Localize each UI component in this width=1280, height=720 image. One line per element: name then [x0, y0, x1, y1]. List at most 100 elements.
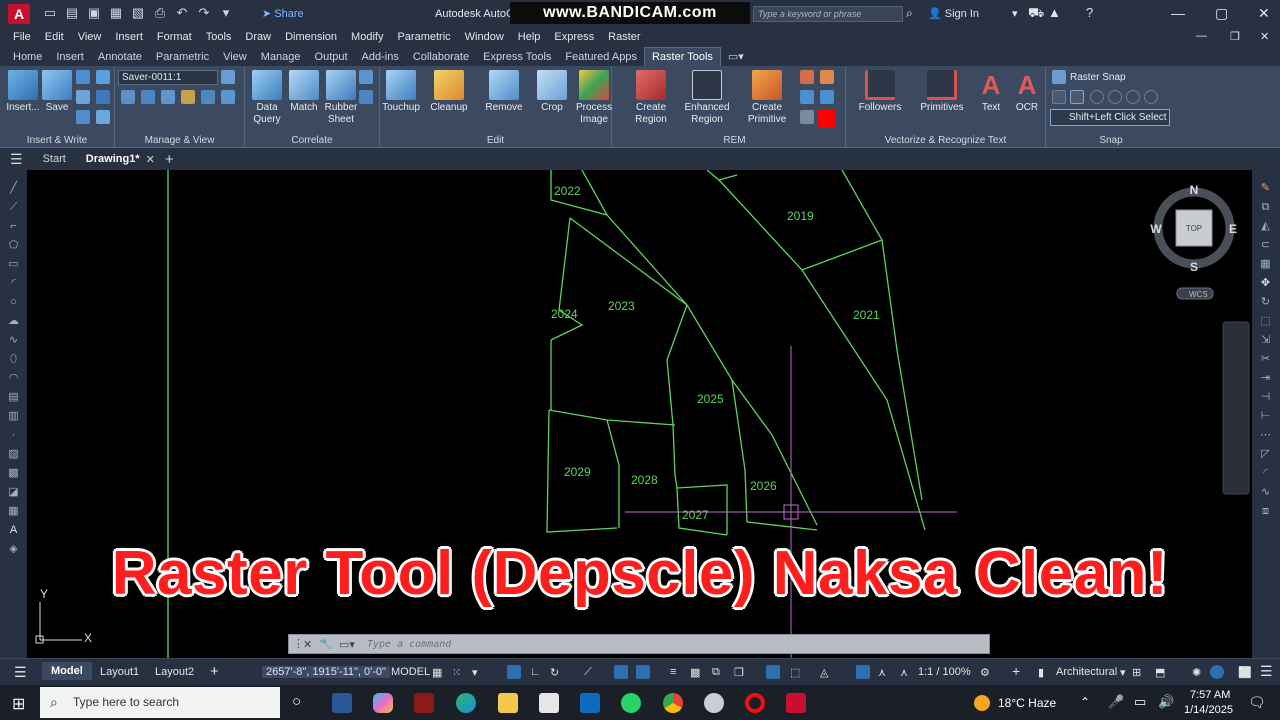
tab-add-ins[interactable]: Add-ins: [355, 48, 406, 66]
tab-parametric[interactable]: Parametric: [149, 48, 216, 66]
menu-draw[interactable]: Draw: [245, 31, 271, 43]
object-snap-tracking-icon[interactable]: [614, 665, 628, 679]
annotation-visibility-icon[interactable]: [856, 665, 870, 679]
tab-layout1[interactable]: Layout1: [100, 666, 139, 678]
tab-model[interactable]: Model: [42, 662, 92, 680]
chevron-down-icon[interactable]: ▾: [1012, 7, 1018, 20]
auto-scale-icon[interactable]: ⋏: [878, 666, 886, 679]
windows-start-icon[interactable]: ⊞: [12, 694, 25, 714]
explode-icon[interactable]: ⧈: [1259, 505, 1272, 518]
image-layer-icon[interactable]: [201, 90, 215, 104]
quick-properties-icon[interactable]: ⊞: [1132, 666, 1141, 679]
doc-minimize-icon[interactable]: —: [1196, 30, 1207, 42]
model-space-toggle[interactable]: MODEL: [391, 666, 430, 678]
match-button[interactable]: Match: [287, 70, 321, 114]
shift-left-click-select-button[interactable]: Shift+Left Click Select: [1050, 109, 1170, 126]
mtext-icon[interactable]: A: [7, 524, 20, 537]
snap-mode5-icon[interactable]: [1126, 90, 1140, 104]
menu-insert[interactable]: Insert: [115, 31, 143, 43]
redo-icon[interactable]: ↷: [196, 5, 212, 21]
scale-icon[interactable]: ⬚: [1259, 315, 1272, 328]
word-icon[interactable]: [332, 693, 352, 713]
move-icon[interactable]: ✥: [1259, 277, 1272, 290]
image-info-icon[interactable]: [96, 110, 110, 124]
gradient-icon[interactable]: ▩: [7, 467, 20, 480]
menu-window[interactable]: Window: [465, 31, 504, 43]
clock-date[interactable]: 1/14/2025: [1184, 704, 1233, 716]
isolate-objects-icon[interactable]: ✺: [1192, 666, 1201, 679]
units-dropdown[interactable]: Architectural: [1056, 666, 1117, 678]
dynamic-input-icon[interactable]: [507, 665, 521, 679]
clean-screen-icon[interactable]: ⬜: [1238, 666, 1252, 679]
status-menu-icon[interactable]: ☰: [14, 664, 27, 681]
maximize-icon[interactable]: ▢: [1215, 5, 1228, 22]
show-hidden-icons-icon[interactable]: ⌃: [1080, 695, 1090, 709]
dynamic-ucs-icon[interactable]: [766, 665, 780, 679]
share-button[interactable]: ➤ Share: [262, 7, 304, 20]
trim-icon[interactable]: ✂: [1259, 353, 1272, 366]
snap-mode2-icon[interactable]: [1070, 90, 1084, 104]
image-show-icon[interactable]: [141, 90, 155, 104]
taskbar-search-input[interactable]: ⌕ Type here to search: [40, 687, 280, 718]
clock-time[interactable]: 7:57 AM: [1190, 689, 1230, 701]
tab-featured-apps[interactable]: Featured Apps: [558, 48, 644, 66]
enhanced-region-button[interactable]: Enhanced Region: [684, 70, 730, 126]
arc-icon[interactable]: ◜: [7, 277, 20, 290]
snap-mode1-icon[interactable]: [1052, 90, 1066, 104]
region-icon[interactable]: ◪: [7, 486, 20, 499]
task-view-icon[interactable]: ○: [292, 693, 301, 710]
navigation-bar[interactable]: [1222, 321, 1250, 495]
undo-icon[interactable]: ↶: [174, 5, 190, 21]
weather-icon[interactable]: [974, 695, 990, 711]
outlook-icon[interactable]: [580, 693, 600, 713]
menu-view[interactable]: View: [78, 31, 102, 43]
doc-close-icon[interactable]: ✕: [1260, 30, 1269, 43]
command-input[interactable]: Type a command: [367, 639, 451, 650]
image-frame-icon[interactable]: [76, 70, 90, 84]
record-icon[interactable]: [745, 693, 765, 713]
tab-layout2[interactable]: Layout2: [155, 666, 194, 678]
tab-raster-tools[interactable]: Raster Tools: [643, 47, 721, 66]
image-hide-icon[interactable]: [161, 90, 175, 104]
hardware-acceleration-icon[interactable]: [1210, 665, 1224, 679]
correlate-extra2-icon[interactable]: [359, 90, 373, 104]
chrome-icon[interactable]: [663, 693, 683, 713]
blend-icon[interactable]: ∿: [1259, 486, 1272, 499]
ellipse-arc-icon[interactable]: ◠: [7, 372, 20, 385]
rem-color-swatch[interactable]: [818, 109, 836, 127]
menu-dimension[interactable]: Dimension: [285, 31, 337, 43]
tab-express-tools[interactable]: Express Tools: [476, 48, 558, 66]
rubber-sheet-button[interactable]: Rubber Sheet: [321, 70, 361, 126]
insert-block-icon[interactable]: ▤: [7, 391, 20, 404]
polyline-icon[interactable]: ⌐: [7, 220, 20, 233]
ellipse-icon[interactable]: ⬯: [7, 353, 20, 366]
isometric-icon[interactable]: ⟋: [584, 666, 592, 679]
autocad-logo[interactable]: A: [8, 4, 30, 24]
data-query-button[interactable]: Data Query: [249, 70, 285, 126]
polygon-icon[interactable]: ⬠: [7, 239, 20, 252]
plot-icon[interactable]: ⎙: [152, 5, 168, 21]
dropdown-icon[interactable]: ▾: [218, 5, 234, 21]
close-icon[interactable]: ✕: [1258, 5, 1270, 22]
menu-edit[interactable]: Edit: [45, 31, 64, 43]
create-region-button[interactable]: Create Region: [630, 70, 672, 126]
menu-express[interactable]: Express: [554, 31, 594, 43]
store-icon[interactable]: [539, 693, 559, 713]
image-world-icon[interactable]: [96, 90, 110, 104]
triangle-user-icon[interactable]: ▲: [1048, 5, 1061, 20]
image-transparency-icon[interactable]: [96, 70, 110, 84]
command-close-icon[interactable]: ✕: [303, 638, 312, 651]
autocad-taskbar-icon[interactable]: [786, 693, 806, 713]
erase-icon[interactable]: ✎: [1259, 182, 1272, 195]
ortho-icon[interactable]: ∟: [530, 666, 541, 678]
remove-button[interactable]: Remove: [482, 70, 526, 114]
annotation-scale-value[interactable]: 1:1 / 100%: [918, 666, 971, 678]
notifications-icon[interactable]: 🗨: [1248, 694, 1266, 711]
volume-icon[interactable]: 🔊: [1158, 694, 1174, 710]
new-icon[interactable]: ▭: [42, 5, 58, 21]
rotate-icon[interactable]: ↻: [1259, 296, 1272, 309]
snap-mode4-icon[interactable]: [1108, 90, 1122, 104]
array-icon[interactable]: ▦: [1259, 258, 1272, 271]
menu-modify[interactable]: Modify: [351, 31, 383, 43]
keyword-search-input[interactable]: Type a keyword or phrase: [753, 6, 903, 22]
